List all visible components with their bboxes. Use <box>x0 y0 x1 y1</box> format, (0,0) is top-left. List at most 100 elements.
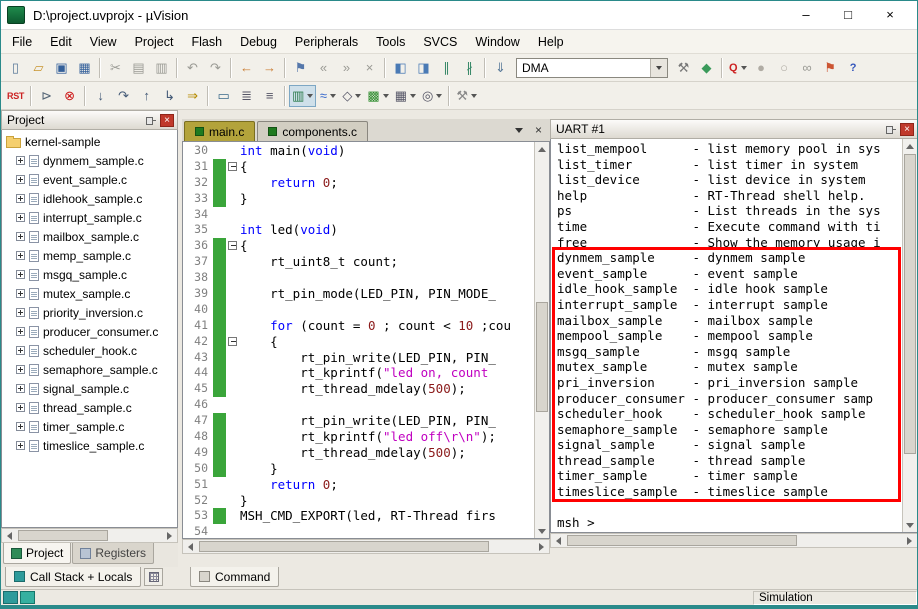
nav-back-icon[interactable]: ← <box>235 57 258 79</box>
analysis-window-icon[interactable]: ≈ <box>316 85 339 107</box>
serial-window-icon-dropdown[interactable] <box>307 93 314 98</box>
step-over-icon[interactable]: ↷ <box>112 85 135 107</box>
scroll-down-icon[interactable] <box>903 518 917 532</box>
memory-window-icon[interactable]: ▦ <box>392 85 419 107</box>
tab-registers[interactable]: Registers <box>72 543 155 564</box>
tree-item-kernel-sample[interactable]: kernel-sample <box>2 132 177 151</box>
expand-icon[interactable] <box>16 365 25 374</box>
scroll-up-icon[interactable] <box>535 142 549 156</box>
save-all-icon[interactable]: ▦ <box>73 57 96 79</box>
uart-hscrollbar[interactable] <box>550 533 917 548</box>
tree-item-msgq-sample-c[interactable]: msgq_sample.c <box>2 265 177 284</box>
save-icon[interactable]: ▣ <box>50 57 73 79</box>
expand-icon[interactable] <box>16 384 25 393</box>
new-file-icon[interactable]: ▯ <box>4 57 27 79</box>
tree-item-semaphore-sample-c[interactable]: semaphore_sample.c <box>2 360 177 379</box>
tree-item-timer-sample-c[interactable]: timer_sample.c <box>2 417 177 436</box>
scroll-thumb[interactable] <box>199 541 489 552</box>
tab-list-button[interactable] <box>511 123 526 138</box>
expand-icon[interactable] <box>16 270 25 279</box>
expand-icon[interactable] <box>16 422 25 431</box>
tree-item-priority-inversion-c[interactable]: priority_inversion.c <box>2 303 177 322</box>
paste-icon[interactable]: ▥ <box>150 57 173 79</box>
view-grid-button[interactable] <box>144 568 164 586</box>
prev-bookmark-icon[interactable]: « <box>312 57 335 79</box>
find-in-files-icon[interactable]: Q <box>726 57 750 79</box>
tree-item-thread-sample-c[interactable]: thread_sample.c <box>2 398 177 417</box>
menu-item-tools[interactable]: Tools <box>367 32 414 52</box>
flash-download-icon[interactable]: ⇓ <box>489 57 512 79</box>
expand-icon[interactable] <box>16 403 25 412</box>
copy-icon[interactable]: ▤ <box>127 57 150 79</box>
scroll-thumb[interactable] <box>567 535 797 546</box>
scroll-thumb[interactable] <box>18 530 108 541</box>
tree-item-scheduler-hook-c[interactable]: scheduler_hook.c <box>2 341 177 360</box>
fold-collapse-icon[interactable] <box>228 336 237 346</box>
menu-item-flash[interactable]: Flash <box>182 32 231 52</box>
expand-icon[interactable] <box>16 194 25 203</box>
close-file-button[interactable] <box>531 123 546 138</box>
expand-icon[interactable] <box>16 156 25 165</box>
toolbox-icon[interactable]: ⚒ <box>453 85 480 107</box>
trace-window-icon-dropdown[interactable] <box>355 93 362 98</box>
tree-item-producer-consumer-c[interactable]: producer_consumer.c <box>2 322 177 341</box>
tree-item-interrupt-sample-c[interactable]: interrupt_sample.c <box>2 208 177 227</box>
editor-tab-main-c[interactable]: main.c <box>184 121 256 141</box>
breakpoint-window-icon[interactable]: ⚑ <box>819 57 842 79</box>
project-close-icon[interactable]: × <box>160 113 174 127</box>
tab-command[interactable]: Command <box>190 567 280 587</box>
symbol-window-icon[interactable]: ≡ <box>258 85 281 107</box>
cut-icon[interactable]: ✂ <box>104 57 127 79</box>
tree-item-event-sample-c[interactable]: event_sample.c <box>2 170 177 189</box>
tree-item-signal-sample-c[interactable]: signal_sample.c <box>2 379 177 398</box>
show-next-statement-icon[interactable]: ⇒ <box>181 85 204 107</box>
trace-window-icon[interactable]: ◇ <box>339 85 364 107</box>
project-hscrollbar[interactable] <box>1 528 178 543</box>
scroll-right-icon[interactable] <box>534 540 549 553</box>
menu-item-window[interactable]: Window <box>466 32 528 52</box>
code-area[interactable]: 30 int main(void) 31{32 return 0; 33} 34 35 in… <box>183 142 534 538</box>
toolbox-icon-dropdown[interactable] <box>471 93 477 98</box>
step-out-icon[interactable]: ↑ <box>135 85 158 107</box>
pin-icon[interactable] <box>144 114 157 127</box>
target-select[interactable]: DMA <box>516 57 668 78</box>
undo-icon[interactable]: ↶ <box>181 57 204 79</box>
expand-icon[interactable] <box>16 213 25 222</box>
minimize-button[interactable]: – <box>785 2 827 28</box>
find-in-files-icon-dropdown[interactable] <box>740 65 747 70</box>
tree-item-idlehook-sample-c[interactable]: idlehook_sample.c <box>2 189 177 208</box>
indent-icon[interactable]: ◨ <box>412 57 435 79</box>
fold-collapse-icon[interactable] <box>228 241 237 251</box>
editor-hscrollbar[interactable] <box>182 539 550 554</box>
menu-item-view[interactable]: View <box>81 32 126 52</box>
target-select-dropdown-icon[interactable] <box>650 58 667 77</box>
uart-output[interactable]: list_mempool - list memory pool in sys li… <box>551 139 902 532</box>
disassembly-window-icon[interactable]: ≣ <box>235 85 258 107</box>
analysis-window-icon-dropdown[interactable] <box>329 93 336 98</box>
menu-item-project[interactable]: Project <box>126 32 183 52</box>
status-panel-icon-2[interactable] <box>20 591 35 604</box>
pin-icon[interactable] <box>884 123 897 136</box>
watch-window-icon-dropdown[interactable] <box>436 93 443 98</box>
bookmark-icon[interactable]: ⚑ <box>289 57 312 79</box>
run-icon[interactable]: ⊳ <box>35 85 58 107</box>
uart-close-icon[interactable]: × <box>900 122 914 136</box>
editor-vscrollbar[interactable] <box>534 142 549 538</box>
memory-window-icon-dropdown[interactable] <box>410 93 416 98</box>
system-viewer-icon[interactable]: ▩ <box>364 85 391 107</box>
menu-item-edit[interactable]: Edit <box>41 32 81 52</box>
scroll-right-icon[interactable] <box>902 534 917 547</box>
tree-item-memp-sample-c[interactable]: memp_sample.c <box>2 246 177 265</box>
menu-item-svcs[interactable]: SVCS <box>414 32 466 52</box>
tree-item-dynmem-sample-c[interactable]: dynmem_sample.c <box>2 151 177 170</box>
stop-icon[interactable]: ⊗ <box>58 85 81 107</box>
command-window-icon[interactable]: ▭ <box>212 85 235 107</box>
scroll-thumb[interactable] <box>904 154 916 454</box>
menu-item-file[interactable]: File <box>3 32 41 52</box>
expand-icon[interactable] <box>16 232 25 241</box>
scroll-down-icon[interactable] <box>535 524 549 538</box>
run-to-cursor-icon[interactable]: ↳ <box>158 85 181 107</box>
tab-project[interactable]: Project <box>3 543 72 564</box>
expand-icon[interactable] <box>16 251 25 260</box>
uncomment-icon[interactable]: ∦ <box>458 57 481 79</box>
